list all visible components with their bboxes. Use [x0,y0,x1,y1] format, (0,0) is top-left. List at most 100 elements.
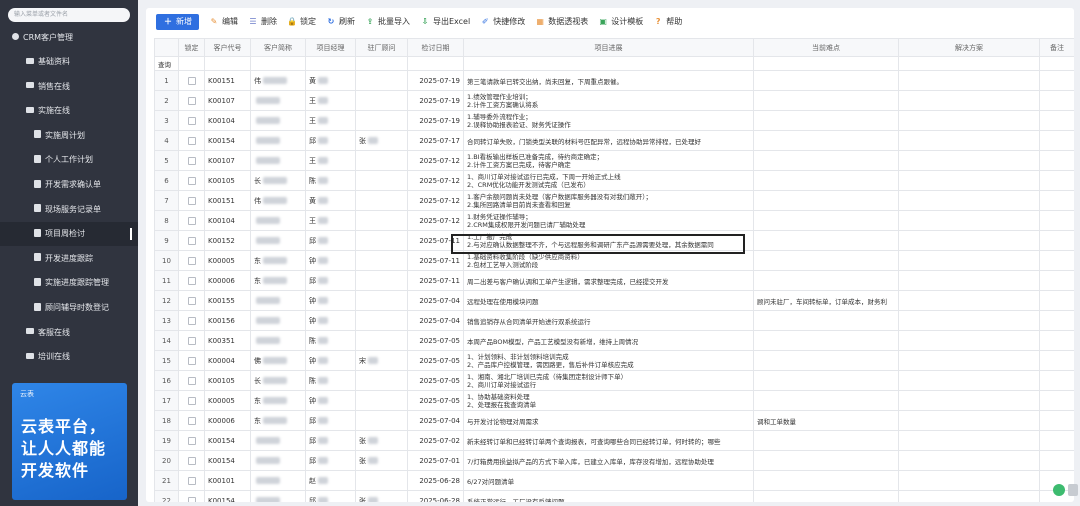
sidebar-item-6[interactable]: 开发需求确认单 [0,173,138,197]
difficulty-cell[interactable]: 顾问未驻厂，车间转标单，订单成本，财务利 [753,290,899,311]
remark-cell[interactable] [1039,270,1074,291]
progress-cell[interactable]: 1.财务凭证操作辅导； 2.CRM集成权限开发问题已请厂辅助处理 [463,210,754,231]
table-row[interactable]: 6 K00105 长陈 2025-07-12 1、商川订单对接试运行已完成，下周一开始正… [154,170,1074,191]
lock-button[interactable]: 🔒 锁定 [287,14,316,30]
export-excel-button[interactable]: ⇩ 导出Excel [420,14,471,30]
lock-checkbox[interactable] [187,296,196,305]
difficulty-cell[interactable] [753,210,899,231]
solution-cell[interactable] [898,210,1040,231]
progress-cell[interactable]: 1、商川订单对接试运行已完成，下周一开始正式上线 2、CRM优化功能开发测试完成（… [463,170,754,191]
table-row[interactable]: 8 K00104 王 2025-07-12 1.财务凭证操作辅导； 2.CRM集成权限开发… [154,210,1074,231]
difficulty-cell[interactable] [753,150,899,171]
sidebar-item-8[interactable]: 项目周检讨 [0,222,138,247]
remark-cell[interactable] [1039,250,1074,271]
remark-cell[interactable] [1039,290,1074,311]
difficulty-cell[interactable] [753,490,899,502]
lock-cell[interactable] [178,90,205,111]
column-header[interactable]: 项目进展 [463,38,754,57]
sidebar-item-10[interactable]: 实施进度跟踪管理 [0,271,138,295]
progress-cell[interactable]: 1、协助基础资料处理 2、处理报在我查询清单 [463,390,754,411]
progress-cell[interactable]: 1、计划领料、非计划领料培训完成 2、产品库户控模管理，需因路更，售后补件订单核应… [463,350,754,371]
solution-cell[interactable] [898,110,1040,131]
lock-cell[interactable] [178,170,205,191]
filter-cell[interactable] [753,56,899,71]
solution-cell[interactable] [898,350,1040,371]
table-row[interactable]: 21 K00101 赵 2025-06-28 6/27对问题清单 [154,470,1074,491]
lock-checkbox[interactable] [187,276,196,285]
lock-checkbox[interactable] [187,76,196,85]
lock-cell[interactable] [178,430,205,451]
difficulty-cell[interactable] [753,350,899,371]
solution-cell[interactable] [898,130,1040,151]
filter-cell[interactable] [178,56,205,71]
remark-cell[interactable] [1039,330,1074,351]
difficulty-cell[interactable] [753,330,899,351]
add-button[interactable]: ＋ 新增 [156,14,199,30]
remark-cell[interactable] [1039,130,1074,151]
remark-cell[interactable] [1039,70,1074,91]
lock-checkbox[interactable] [187,476,196,485]
difficulty-cell[interactable] [753,170,899,191]
lock-checkbox[interactable] [187,416,196,425]
lock-cell[interactable] [178,190,205,211]
lock-checkbox[interactable] [187,496,196,502]
menu-root-crm[interactable]: CRM客户管理 [0,26,138,50]
lock-cell[interactable] [178,350,205,371]
solution-cell[interactable] [898,370,1040,391]
solution-cell[interactable] [898,330,1040,351]
lock-checkbox[interactable] [187,156,196,165]
remark-cell[interactable] [1039,410,1074,431]
table-row[interactable]: 5 K00107 王 2025-07-12 1.BI看板输出样板已准备完成，待约商定确定… [154,150,1074,171]
difficulty-cell[interactable] [753,110,899,131]
collapse-handle-icon[interactable] [1068,484,1078,496]
lock-checkbox[interactable] [187,376,196,385]
column-header[interactable]: 锁定 [178,38,205,57]
solution-cell[interactable] [898,390,1040,411]
filter-cell[interactable] [355,56,408,71]
difficulty-cell[interactable] [753,70,899,91]
lock-cell[interactable] [178,110,205,131]
column-header[interactable] [154,38,179,57]
lock-cell[interactable] [178,150,205,171]
sidebar-item-5[interactable]: 个人工作计划 [0,148,138,172]
lock-cell[interactable] [178,250,205,271]
lock-cell[interactable] [178,210,205,231]
chat-icon[interactable] [1053,484,1065,496]
solution-cell[interactable] [898,270,1040,291]
promo-banner[interactable]: 云表 云表平台， 让人人都能 开发软件 [12,383,127,500]
lock-cell[interactable] [178,410,205,431]
filter-cell[interactable] [463,56,754,71]
solution-cell[interactable] [898,230,1040,251]
difficulty-cell[interactable] [753,310,899,331]
solution-cell[interactable] [898,190,1040,211]
lock-checkbox[interactable] [187,356,196,365]
solution-cell[interactable] [898,470,1040,491]
lock-cell[interactable] [178,230,205,251]
difficulty-cell[interactable] [753,230,899,251]
table-row[interactable]: 1 K00151 伟 黄 2025-07-19 第三笔请款单已转交出纳，尚未回复，下周重点… [154,70,1074,91]
filter-cell[interactable] [898,56,1040,71]
lock-checkbox[interactable] [187,96,196,105]
remark-cell[interactable] [1039,450,1074,471]
remark-cell[interactable] [1039,430,1074,451]
solution-cell[interactable] [898,170,1040,191]
table-row[interactable]: 3 K00104 王 2025-07-19 1.辅导委外流程作业； 2.误释协助报表验证、… [154,110,1074,131]
progress-cell[interactable]: 1.辅导委外流程作业； 2.误释协助报表验证、财务凭证操作 [463,110,754,131]
column-header[interactable]: 客户简称 [250,38,306,57]
lock-checkbox[interactable] [187,256,196,265]
lock-checkbox[interactable] [187,136,196,145]
solution-cell[interactable] [898,310,1040,331]
lock-checkbox[interactable] [187,216,196,225]
search-input[interactable]: 输入菜单或者文件名 [8,8,130,22]
refresh-button[interactable]: ↻ 刷新 [326,14,355,30]
solution-cell[interactable] [898,290,1040,311]
difficulty-cell[interactable] [753,90,899,111]
lock-checkbox[interactable] [187,236,196,245]
lock-checkbox[interactable] [187,316,196,325]
lock-cell[interactable] [178,470,205,491]
lock-checkbox[interactable] [187,396,196,405]
progress-cell[interactable]: 新未经转订单和已经转订单两个查询报表，可查询哪些合同已经转订单，何时转的；哪些 [463,430,754,451]
lock-checkbox[interactable] [187,456,196,465]
progress-cell[interactable]: 1.客户余额问题尚未处理（客户数据库服务器没有对我们敞开）； 2.集所回路清单目前… [463,190,754,211]
progress-cell[interactable]: 1.工厂搬厂完成 2.与对应确认数据整理不齐，个与远程服务和调研广东产品源需要处理… [463,230,754,251]
